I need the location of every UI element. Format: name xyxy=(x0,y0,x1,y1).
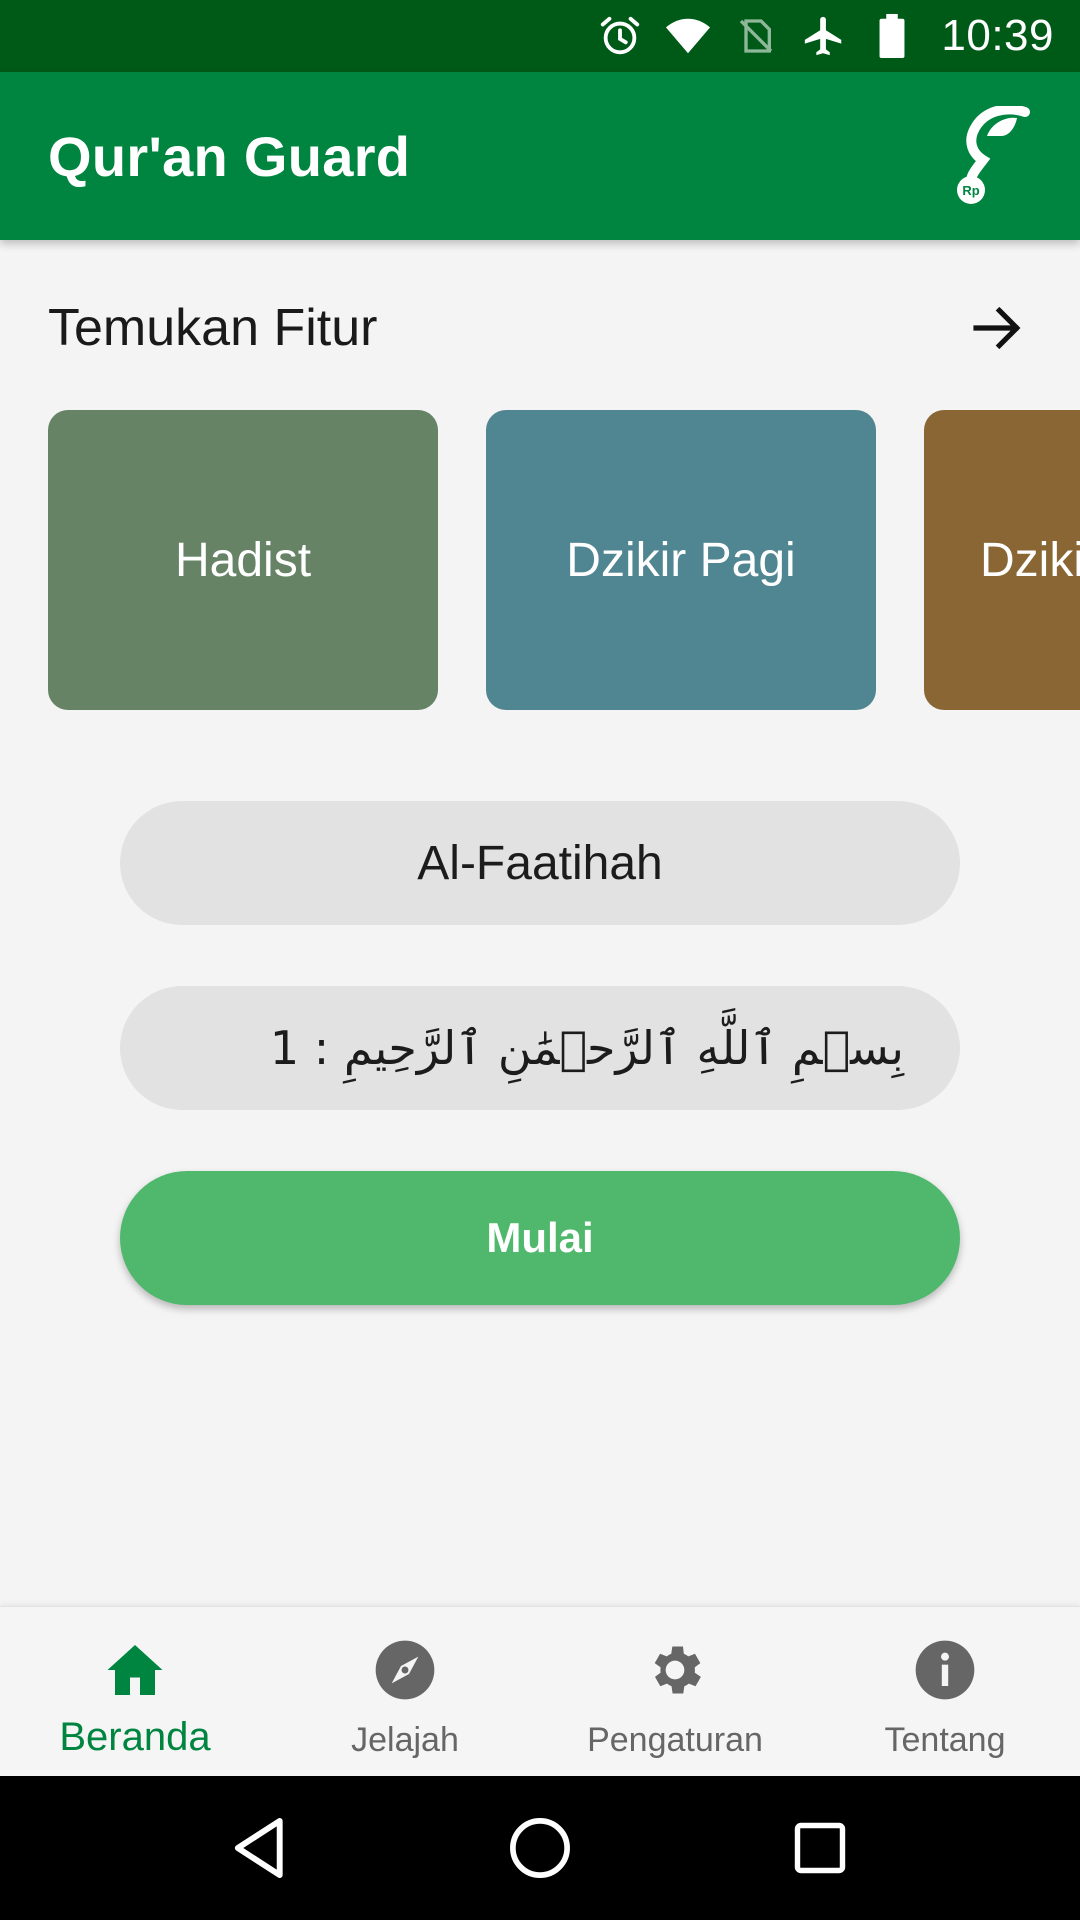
battery-icon xyxy=(869,13,915,59)
surah-selector[interactable]: Al-Faatihah xyxy=(120,801,960,925)
back-triangle-icon xyxy=(234,1817,283,1879)
feature-card-dzikir[interactable]: Dzikir xyxy=(924,410,1080,710)
nav-label: Beranda xyxy=(59,1715,211,1759)
nav-item-beranda[interactable]: Beranda xyxy=(0,1607,270,1776)
ayah-selector[interactable]: 1 : بِسۡمِ ٱللَّهِ ٱلرَّحۡمَٰنِ ٱلرَّحِي… xyxy=(120,986,960,1110)
compass-icon xyxy=(372,1637,438,1703)
home-circle-icon xyxy=(510,1818,570,1878)
wifi-icon xyxy=(665,13,711,59)
feature-card-dzikir-pagi[interactable]: Dzikir Pagi xyxy=(486,410,876,710)
bottom-navigation: Beranda Jelajah Pengaturan Tentang xyxy=(0,1606,1080,1776)
arrow-right-icon xyxy=(973,306,1021,350)
feature-section-title: Temukan Fitur xyxy=(48,299,378,357)
feature-section-header: Temukan Fitur xyxy=(48,290,1032,366)
surah-name: Al-Faatihah xyxy=(417,836,663,890)
home-button[interactable] xyxy=(500,1808,580,1888)
system-navigation-bar xyxy=(0,1776,1080,1920)
home-icon xyxy=(102,1637,168,1703)
see-all-features-button[interactable] xyxy=(962,293,1032,363)
no-sim-icon xyxy=(733,13,779,59)
feature-card-label: Dzikir Pagi xyxy=(566,533,796,587)
donate-hand-icon: Rp xyxy=(957,106,1030,204)
nav-item-tentang[interactable]: Tentang xyxy=(810,1607,1080,1776)
app-title: Qur'an Guard xyxy=(48,124,411,188)
nav-item-jelajah[interactable]: Jelajah xyxy=(270,1607,540,1776)
clock: 10:39 xyxy=(941,11,1054,60)
nav-label: Tentang xyxy=(884,1721,1006,1759)
nav-item-pengaturan[interactable]: Pengaturan xyxy=(540,1607,810,1776)
donate-button[interactable]: Rp xyxy=(944,104,1036,208)
nav-label: Jelajah xyxy=(351,1721,459,1759)
app-bar: Qur'an Guard Rp xyxy=(0,72,1080,240)
gear-icon xyxy=(642,1637,708,1703)
feature-card-hadist[interactable]: Hadist xyxy=(48,410,438,710)
alarm-icon xyxy=(597,13,643,59)
nav-label: Pengaturan xyxy=(587,1721,763,1759)
status-bar: 10:39 xyxy=(0,0,1080,72)
feature-card-label: Hadist xyxy=(174,533,312,587)
feature-cards-carousel[interactable]: Hadist Dzikir Pagi Dzikir xyxy=(0,410,1080,712)
recents-button[interactable] xyxy=(780,1808,860,1888)
back-button[interactable] xyxy=(220,1808,300,1888)
donate-icon-text: Rp xyxy=(962,183,979,198)
airplane-mode-icon xyxy=(801,13,847,59)
start-button-label: Mulai xyxy=(486,1214,594,1261)
info-icon xyxy=(912,1637,978,1703)
feature-card-label: Dzikir xyxy=(980,533,1080,587)
recents-square-icon xyxy=(794,1822,846,1874)
ayah-text: 1 : بِسۡمِ ٱللَّهِ ٱلرَّحۡمَٰنِ ٱلرَّحِي… xyxy=(269,1021,904,1075)
start-button[interactable]: Mulai xyxy=(120,1171,960,1305)
